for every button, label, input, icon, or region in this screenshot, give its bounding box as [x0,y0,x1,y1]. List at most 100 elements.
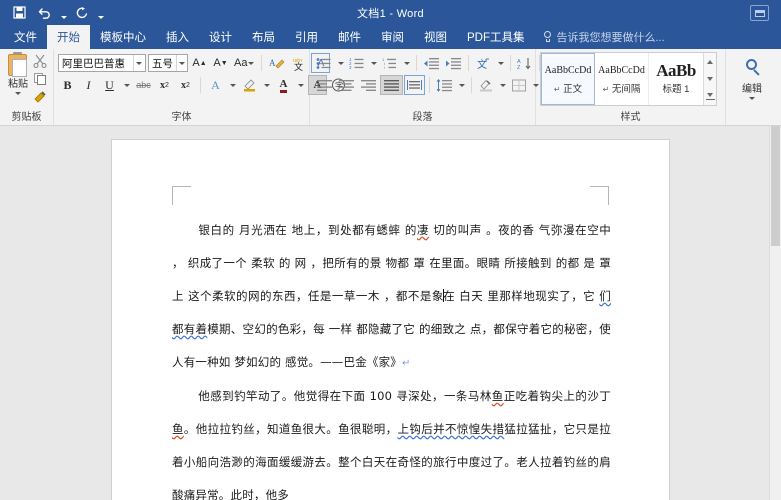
scrollbar-thumb[interactable] [771,126,780,246]
tab-review[interactable]: 审阅 [371,25,414,49]
align-left-icon[interactable] [314,75,335,95]
style-item-heading-1[interactable]: AaBb 标题 1 [649,53,703,105]
subscript-button[interactable]: x2 [155,75,174,95]
styles-more-icon[interactable] [704,88,716,105]
text-effects-icon[interactable]: A [206,75,225,95]
asian-layout-icon[interactable]: 文 [473,53,494,73]
document-page[interactable]: 银白的 月光洒在 地上，到处都有蟋蟀 的凄 切的叫声 。夜的香 气弥漫在空中 ，… [112,140,669,500]
group-title-styles: 样式 [536,111,725,125]
redo-icon[interactable] [69,2,95,24]
decrease-indent-icon[interactable] [421,53,442,73]
grow-font-button[interactable]: A▲ [190,53,209,73]
borders-icon[interactable] [509,75,529,95]
svg-text:i: i [384,65,385,70]
justify-icon[interactable] [380,75,403,95]
align-center-icon[interactable] [336,75,357,95]
highlight-dropdown-icon[interactable] [261,75,272,95]
styles-scroll-down-icon[interactable] [704,71,716,88]
tab-template-center[interactable]: 模板中心 [90,25,156,49]
multilevel-dropdown-icon[interactable] [401,53,412,73]
line-spacing-dropdown-icon[interactable] [456,75,467,95]
italic-button[interactable]: I [79,75,98,95]
style-preview-heading-1: AaBb [650,64,702,78]
shading-icon[interactable] [476,75,496,95]
font-name-combo[interactable]: 阿里巴巴普惠 [58,54,146,72]
styles-scroll-up-icon[interactable] [704,53,716,70]
align-right-icon[interactable] [358,75,379,95]
superscript-button[interactable]: x2 [176,75,195,95]
undo-icon[interactable] [32,2,58,24]
styles-gallery-scroll [703,53,716,105]
shading-dropdown-icon[interactable] [497,75,508,95]
font-size-dropdown-icon[interactable] [176,55,187,71]
multilevel-list-icon[interactable]: 1ii [380,53,400,73]
word-application-window: 文档1 - Word 文件 开始 模板中心 插入 设计 布局 引用 邮件 审阅 … [0,0,781,500]
text-effects-dropdown-icon[interactable] [227,75,238,95]
style-pilcrow-normal: ↵ [554,85,561,94]
bold-button[interactable]: B [58,75,77,95]
strikethrough-label: abc [136,80,151,90]
font-color-dropdown-icon[interactable] [295,75,306,95]
ribbon: 粘贴 剪贴板 [0,49,781,126]
document-paragraph-1[interactable]: 银白的 月光洒在 地上，到处都有蟋蟀 的凄 切的叫声 。夜的香 气弥漫在空中 ，… [172,214,611,380]
line-spacing-icon[interactable] [434,75,455,95]
tell-me-search[interactable]: 告诉我您想要做什么... [535,25,673,49]
shrink-font-button[interactable]: A▼ [211,53,230,73]
font-name-dropdown-icon[interactable] [133,55,145,71]
tab-references[interactable]: 引用 [285,25,328,49]
editing-button[interactable]: 编辑 [730,52,774,100]
ribbon-display-options-icon[interactable] [750,5,769,21]
numbering-icon[interactable]: 123 [347,53,367,73]
tab-file[interactable]: 文件 [4,25,47,49]
tab-pdf-tools[interactable]: PDF工具集 [457,25,535,49]
editing-dropdown-icon[interactable] [749,97,755,100]
svg-text:A: A [269,58,276,68]
font-color-icon[interactable]: A [274,75,293,95]
tab-view[interactable]: 视图 [414,25,457,49]
underline-button[interactable]: U [100,75,119,95]
bullets-icon[interactable] [314,53,334,73]
style-item-no-spacing[interactable]: AaBbCcDd ↵ 无间隔 [595,53,649,105]
underline-dropdown-icon[interactable] [121,75,132,95]
copy-icon[interactable] [33,72,49,87]
tab-layout[interactable]: 布局 [242,25,285,49]
cut-icon[interactable] [33,54,49,69]
styles-gallery: AaBbCcDd ↵ 正文 AaBbCcDd ↵ 无间隔 AaBb 标题 1 [540,52,717,106]
document-area[interactable]: 银白的 月光洒在 地上，到处都有蟋蟀 的凄 切的叫声 。夜的香 气弥漫在空中 ，… [0,126,781,500]
font-name-value: 阿里巴巴普惠 [59,56,133,71]
bullets-dropdown-icon[interactable] [335,53,346,73]
phonetic-guide-icon[interactable]: uén文 [289,53,309,73]
save-icon[interactable] [6,2,32,24]
paste-dropdown-icon[interactable] [15,92,21,95]
asian-layout-dropdown-icon[interactable] [495,53,506,73]
numbering-dropdown-icon[interactable] [368,53,379,73]
style-label-normal: 正文 [563,84,582,95]
highlight-icon[interactable] [240,75,259,95]
tab-design[interactable]: 设计 [199,25,242,49]
format-painter-icon[interactable] [33,90,49,105]
tab-home[interactable]: 开始 [47,25,90,49]
clear-formatting-icon[interactable]: A [267,53,287,73]
document-text-body[interactable]: 银白的 月光洒在 地上，到处都有蟋蟀 的凄 切的叫声 。夜的香 气弥漫在空中 ，… [172,214,611,500]
distribute-icon[interactable] [404,75,425,95]
underline-label: U [105,78,114,93]
paste-icon [6,53,30,79]
tab-insert[interactable]: 插入 [156,25,199,49]
sort-icon[interactable]: AZ [515,53,535,73]
vertical-scrollbar[interactable] [769,126,781,500]
increase-indent-icon[interactable] [443,53,464,73]
customize-quick-access-icon[interactable] [95,2,106,24]
change-case-button[interactable]: Aa [232,53,256,73]
undo-dropdown-icon[interactable] [58,2,69,24]
tab-mailings[interactable]: 邮件 [328,25,371,49]
text-run: 。他拉拉钓丝，知道鱼很大。鱼很聪明， [184,422,398,436]
style-item-normal[interactable]: AaBbCcDd ↵ 正文 [541,53,595,105]
document-paragraph-2[interactable]: 他感到钓竿动了。他觉得在下面 100 寻深处，一条马林鱼正吃着钩尖上的沙丁鱼。他… [172,380,611,500]
text-run: 正吃着钩尖上的沙丁 [504,389,611,403]
font-size-combo[interactable]: 五号 [148,54,188,72]
strikethrough-button[interactable]: abc [134,75,153,95]
misspelled-word: 凄 [417,223,429,237]
lightbulb-icon [543,31,553,43]
ribbon-group-paragraph: 123 1ii 文 [310,49,536,125]
paste-button[interactable]: 粘贴 [4,52,32,95]
